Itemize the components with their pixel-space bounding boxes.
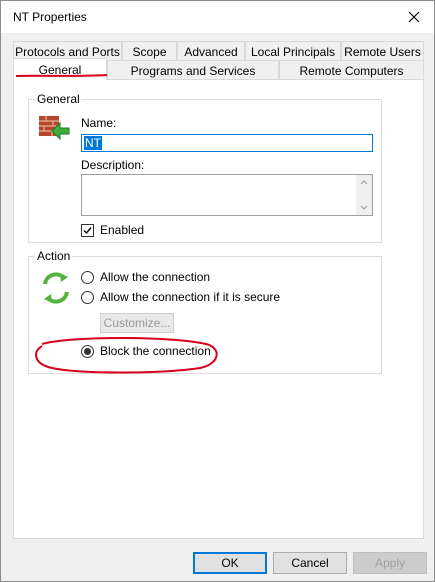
general-tab-panel: General Name: NT Description: Enabled Ac… <box>13 79 424 539</box>
tab-remote-users[interactable]: Remote Users <box>341 41 424 61</box>
tab-remote-computers[interactable]: Remote Computers <box>279 60 424 80</box>
block-connection-radio[interactable] <box>81 345 94 358</box>
tab-local-principals[interactable]: Local Principals <box>245 41 341 61</box>
enabled-label: Enabled <box>100 223 145 237</box>
name-field[interactable]: NT <box>81 134 373 152</box>
block-connection-label: Block the connection <box>100 344 211 358</box>
description-field[interactable] <box>81 174 373 216</box>
allow-if-secure-radio[interactable] <box>81 291 94 304</box>
description-scrollbar[interactable] <box>356 175 372 215</box>
tab-general[interactable]: General <box>13 58 107 80</box>
cancel-button[interactable]: Cancel <box>273 552 347 574</box>
firewall-rule-icon <box>39 116 70 141</box>
general-groupbox: General Name: NT Description: Enabled <box>28 92 382 243</box>
name-label: Name: <box>81 116 117 130</box>
close-icon <box>408 11 420 23</box>
action-arrows-icon <box>43 272 69 304</box>
properties-window: NT Properties Protocols and Ports Scope … <box>0 0 435 582</box>
enabled-checkbox[interactable] <box>81 224 94 237</box>
general-group-legend: General <box>35 92 82 106</box>
checkmark-icon <box>83 227 92 235</box>
tab-scope[interactable]: Scope <box>122 41 177 61</box>
scroll-up-icon[interactable] <box>360 179 368 185</box>
apply-button[interactable]: Apply <box>353 552 427 574</box>
ok-button[interactable]: OK <box>193 552 267 574</box>
scroll-down-icon[interactable] <box>360 205 368 211</box>
allow-if-secure-label: Allow the connection if it is secure <box>100 290 281 304</box>
allow-connection-label: Allow the connection <box>100 270 211 284</box>
title-bar: NT Properties <box>1 1 434 33</box>
customize-button[interactable]: Customize... <box>100 313 174 333</box>
action-groupbox: Action Allow the connection Allow the co… <box>28 249 382 374</box>
tab-programs-and-services[interactable]: Programs and Services <box>107 60 279 80</box>
allow-connection-radio[interactable] <box>81 271 94 284</box>
window-title: NT Properties <box>13 10 87 24</box>
name-field-value: NT <box>84 136 102 150</box>
description-label: Description: <box>81 158 145 172</box>
action-group-legend: Action <box>35 249 73 263</box>
close-button[interactable] <box>394 1 434 33</box>
tab-advanced[interactable]: Advanced <box>177 41 245 61</box>
